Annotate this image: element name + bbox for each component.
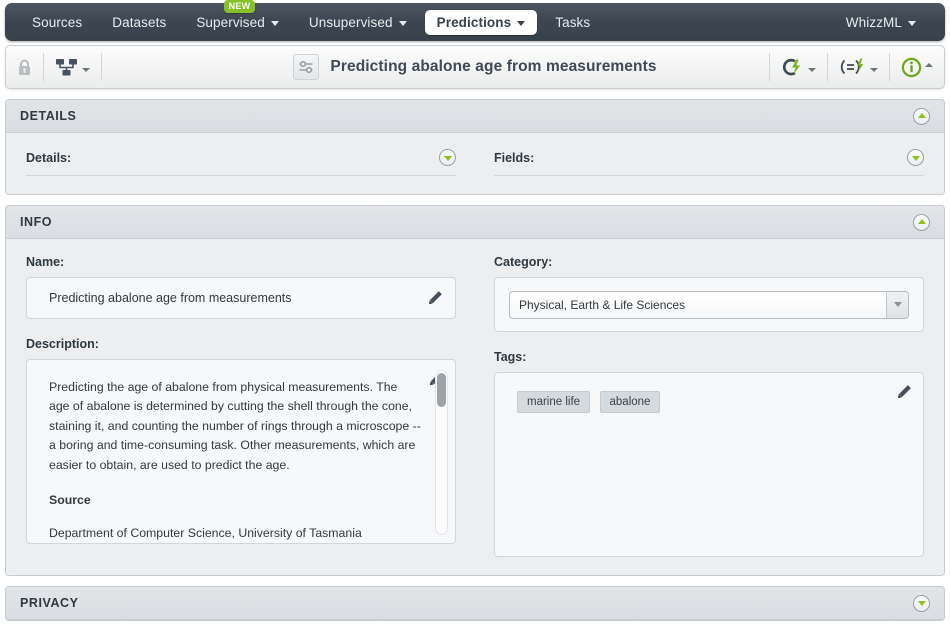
- chevron-down-icon: [517, 20, 526, 26]
- resource-tree-button[interactable]: [44, 46, 101, 88]
- list-lightning-icon: [840, 58, 864, 75]
- nav-item-predictions[interactable]: Predictions: [424, 9, 538, 35]
- tag-item[interactable]: marine life: [517, 391, 591, 413]
- chevron-down-icon: [82, 68, 90, 72]
- info-panel-title: INFO: [20, 215, 53, 229]
- details-panel: DETAILS Details: Fields:: [5, 99, 945, 195]
- nav-item-label: Sources: [32, 14, 83, 30]
- category-field-label: Category:: [494, 255, 553, 269]
- chevron-down-icon: [893, 302, 902, 307]
- info-collapse-toggle[interactable]: [913, 213, 930, 231]
- nav-item-supervised[interactable]: NEW Supervised: [184, 0, 291, 35]
- nav-primary-items: Sources Datasets NEW Supervised Unsuperv…: [5, 0, 605, 41]
- cloud-lightning-icon: [782, 58, 801, 76]
- chevron-down-icon: [808, 68, 816, 72]
- fields-row-expand-toggle[interactable]: [907, 149, 924, 166]
- description-source-heading: Source: [49, 493, 91, 508]
- tag-item[interactable]: abalone: [599, 391, 661, 413]
- details-row-label: Details:: [26, 150, 72, 165]
- info-left-column: Name: Predicting abalone age from measur…: [26, 255, 456, 557]
- configure-action-button[interactable]: [770, 46, 827, 88]
- edit-name-pencil-icon[interactable]: [428, 290, 443, 305]
- chevron-down-icon: [870, 68, 878, 72]
- name-field-value: Predicting abalone age from measurements: [49, 291, 292, 305]
- category-select-value: Physical, Earth & Life Sciences: [519, 297, 686, 312]
- nav-item-sources[interactable]: Sources: [20, 10, 94, 35]
- name-field-label: Name:: [26, 255, 65, 269]
- nav-account-label: WhizzML: [845, 14, 902, 30]
- category-field: Physical, Earth & Life Sciences: [494, 277, 924, 332]
- chevron-down-icon: [911, 155, 920, 161]
- tags-field-label: Tags:: [494, 350, 527, 364]
- details-row-details[interactable]: Details:: [26, 149, 456, 176]
- privacy-lock-button[interactable]: [6, 46, 43, 88]
- page-title: Predicting abalone age from measurements: [330, 58, 657, 75]
- description-source-text: Department of Computer Science, Universi…: [49, 525, 362, 540]
- info-button[interactable]: [890, 46, 944, 88]
- new-badge: NEW: [223, 0, 256, 13]
- nav-item-label: Unsupervised: [308, 14, 393, 30]
- info-circle-icon: [901, 57, 922, 77]
- category-select[interactable]: Physical, Earth & Life Sciences: [509, 290, 909, 319]
- privacy-panel: PRIVACY: [5, 586, 945, 621]
- chevron-up-icon: [925, 63, 933, 67]
- info-right-column: Category: Physical, Earth & Life Science…: [494, 255, 924, 557]
- nav-account-area: WhizzML: [831, 3, 945, 41]
- description-scrollbar-thumb[interactable]: [437, 373, 446, 407]
- name-field[interactable]: Predicting abalone age from measurements: [26, 277, 456, 319]
- edit-tags-pencil-icon[interactable]: [897, 384, 912, 399]
- privacy-expand-toggle[interactable]: [913, 594, 930, 612]
- toolbar-divider: [101, 53, 102, 81]
- category-select-arrow[interactable]: [886, 291, 908, 318]
- chevron-down-icon: [270, 20, 279, 26]
- chevron-down-icon: [443, 155, 452, 161]
- resource-toolbar: Predicting abalone age from measurements: [5, 45, 945, 89]
- description-field[interactable]: Predicting the age of abalone from physi…: [26, 359, 456, 544]
- description-scrollbar[interactable]: [435, 370, 448, 535]
- chevron-down-icon: [908, 20, 916, 26]
- nav-item-unsupervised[interactable]: Unsupervised: [297, 10, 419, 35]
- chevron-up-icon: [917, 219, 926, 224]
- details-row-label: Fields:: [494, 150, 535, 165]
- nav-item-label: Predictions: [436, 14, 512, 30]
- details-collapse-toggle[interactable]: [913, 107, 930, 125]
- nav-item-datasets[interactable]: Datasets: [100, 10, 178, 35]
- batch-action-button[interactable]: [828, 46, 889, 88]
- toolbar-right-group: [769, 46, 944, 88]
- description-paragraph: Predicting the age of abalone from physi…: [49, 380, 421, 472]
- details-panel-header[interactable]: DETAILS: [6, 100, 944, 133]
- details-panel-title: DETAILS: [20, 109, 77, 123]
- details-row-fields[interactable]: Fields:: [494, 149, 924, 176]
- top-navigation-bar: Sources Datasets NEW Supervised Unsuperv…: [5, 0, 945, 41]
- info-panel-body: Name: Predicting abalone age from measur…: [6, 239, 944, 575]
- chevron-down-icon: [917, 601, 926, 606]
- info-panel: INFO Name: Predicting abalone age from m…: [5, 205, 945, 576]
- resource-type-icon-wrap: [293, 54, 320, 80]
- lock-icon: [19, 58, 30, 75]
- hierarchy-tree-icon: [56, 58, 77, 75]
- chevron-up-icon: [917, 113, 926, 118]
- nav-item-tasks[interactable]: Tasks: [543, 10, 602, 35]
- nav-item-label: Tasks: [555, 14, 591, 30]
- chevron-down-icon: [398, 20, 407, 26]
- sliders-icon: [299, 60, 313, 74]
- details-row-expand-toggle[interactable]: [439, 149, 456, 166]
- privacy-panel-header[interactable]: PRIVACY: [6, 587, 944, 620]
- nav-item-label: Datasets: [112, 14, 167, 30]
- tags-field[interactable]: marine life abalone: [494, 372, 924, 557]
- page-content: DETAILS Details: Fields: INFO Name: Pred…: [5, 99, 945, 621]
- nav-item-whizzml[interactable]: WhizzML: [834, 10, 928, 35]
- privacy-panel-title: PRIVACY: [20, 596, 79, 610]
- toolbar-left-group: [6, 46, 102, 88]
- info-panel-header[interactable]: INFO: [6, 206, 944, 239]
- nav-item-label: Supervised: [196, 14, 265, 30]
- details-panel-body: Details: Fields:: [6, 133, 944, 194]
- description-field-label: Description:: [26, 337, 99, 351]
